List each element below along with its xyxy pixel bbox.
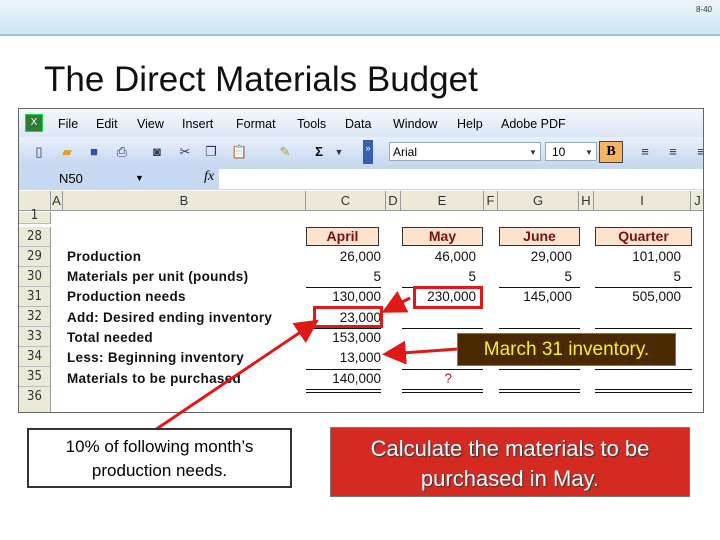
callout-march-inventory: March 31 inventory. [457, 333, 676, 366]
callout-ending-inventory-note: 10% of following month’s production need… [27, 428, 292, 488]
arrow-ending-inventory [154, 319, 319, 432]
arrow-march-inventory [382, 340, 459, 365]
callout-task: Calculate the materials to be purchased … [330, 427, 690, 497]
arrow-may-to-april [381, 291, 411, 313]
